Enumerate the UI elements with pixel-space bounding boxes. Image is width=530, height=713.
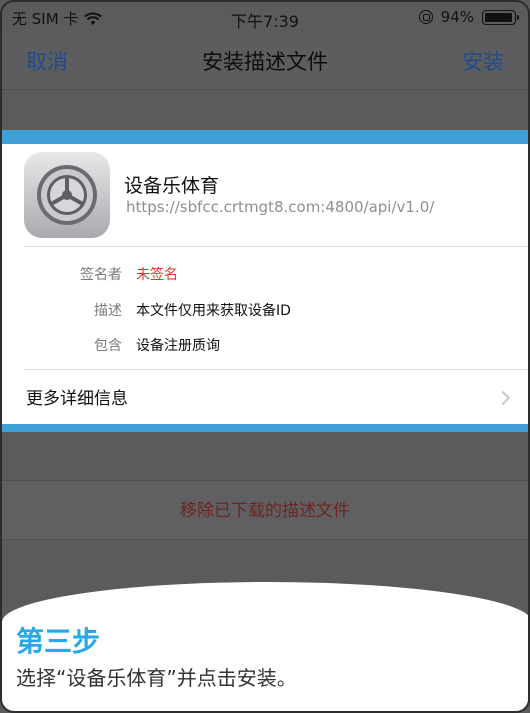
divider bbox=[24, 246, 528, 247]
chevron-right-icon bbox=[495, 390, 511, 406]
rotation-lock-icon bbox=[418, 10, 433, 24]
divider bbox=[24, 369, 528, 370]
step-description: 选择“设备乐体育”并点击安装。 bbox=[16, 666, 297, 690]
contains-value: 设备注册质询 bbox=[136, 338, 220, 354]
more-details-row[interactable]: 更多详细信息 bbox=[26, 384, 528, 418]
install-button[interactable]: 安装 bbox=[462, 46, 504, 76]
spacer bbox=[2, 432, 528, 477]
contains-row: 包含 设备注册质询 bbox=[2, 335, 528, 359]
step-title: 第三步 bbox=[16, 625, 101, 658]
signer-label: 签名者 bbox=[80, 267, 122, 283]
battery-percent: 94% bbox=[440, 8, 474, 26]
status-right: 94% bbox=[418, 8, 519, 26]
signer-value: 未签名 bbox=[136, 267, 178, 283]
battery-icon bbox=[482, 9, 519, 25]
description-value: 本文件仅用来获取设备ID bbox=[136, 303, 291, 319]
navigation-bar: 取消 安装描述文件 安装 bbox=[2, 32, 528, 90]
description-label: 描述 bbox=[94, 303, 122, 319]
page-title: 安装描述文件 bbox=[202, 50, 328, 74]
profile-url: https://sbfcc.crtmgt8.com:4800/api/v1.0/ bbox=[126, 198, 435, 216]
screen: 无 SIM 卡 下午7:39 94% 取消 安装描述文件 安装 设备乐体育 ht… bbox=[0, 0, 530, 713]
status-bar: 无 SIM 卡 下午7:39 94% bbox=[2, 2, 528, 32]
contains-label: 包含 bbox=[94, 338, 122, 354]
settings-gear-icon bbox=[24, 152, 110, 238]
profile-card: 设备乐体育 https://sbfcc.crtmgt8.com:4800/api… bbox=[2, 144, 528, 424]
signer-row: 签名者 未签名 bbox=[2, 264, 528, 288]
instruction-sheet: 第三步 选择“设备乐体育”并点击安装。 bbox=[2, 582, 528, 711]
more-details-label: 更多详细信息 bbox=[26, 389, 128, 409]
remove-profile-button[interactable]: 移除已下载的描述文件 bbox=[2, 480, 528, 540]
profile-name: 设备乐体育 bbox=[124, 175, 220, 197]
description-row: 描述 本文件仅用来获取设备ID bbox=[2, 300, 528, 324]
